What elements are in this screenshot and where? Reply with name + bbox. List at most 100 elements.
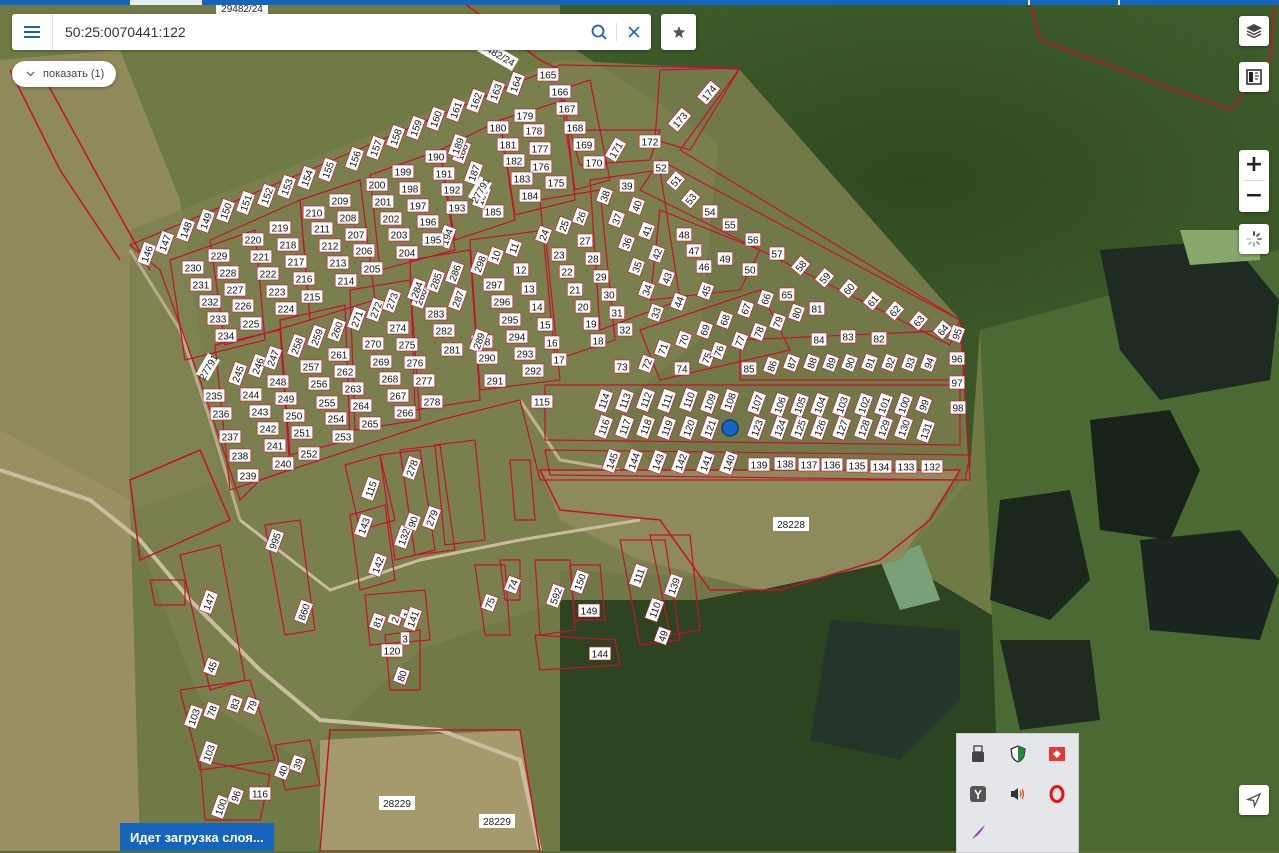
parcel-label[interactable]: 138 [777,460,794,471]
parcel-label[interactable]: 30 [603,291,615,302]
parcel-label[interactable]: 32 [619,326,631,337]
parcel-label[interactable]: 235 [206,392,223,403]
parcel-label[interactable]: 134 [873,463,890,474]
parcel-label[interactable]: 65 [781,291,793,302]
parcel-label[interactable]: 19 [585,320,597,331]
parcel-label[interactable]: 268 [382,375,399,386]
parcel-label[interactable]: 139 [751,461,768,472]
parcel-label[interactable]: 191 [436,170,453,181]
parcel-label[interactable]: 165 [540,71,557,82]
parcel-label[interactable]: 16 [546,339,558,350]
village-parcel-label[interactable]: 3 [402,635,408,646]
parcel-label[interactable]: 296 [494,298,511,309]
parcel-label[interactable]: 57 [771,250,783,261]
parcel-label[interactable]: 292 [525,367,542,378]
parcel-label[interactable]: 17 [553,356,565,367]
parcel-label[interactable]: 177 [532,145,549,156]
parcel-label[interactable]: 47 [688,247,700,258]
yandex-icon[interactable] [966,782,990,806]
parcel-label[interactable]: 23 [553,251,565,262]
parcel-label[interactable]: 136 [824,461,841,472]
parcel-label[interactable]: 27 [579,237,591,248]
parcel-label[interactable]: 46 [698,263,710,274]
parcel-label[interactable]: 198 [402,185,419,196]
search-input[interactable] [53,15,582,49]
layers-button[interactable] [1239,16,1269,46]
parcel-label[interactable]: 228 [220,269,237,280]
village-parcel-label[interactable]: 144 [592,650,609,661]
parcel-label[interactable]: 170 [586,159,603,170]
parcel-label[interactable]: 266 [397,409,414,420]
parcel-label[interactable]: 234 [218,332,235,343]
parcel-label[interactable]: 224 [278,305,295,316]
parcel-label[interactable]: 220 [245,236,262,247]
parcel-label[interactable]: 291 [487,377,504,388]
parcel-label[interactable]: 185 [485,208,502,219]
parcel-label[interactable]: 221 [253,253,270,264]
parcel-label[interactable]: 227 [227,286,244,297]
parcel-label[interactable]: 180 [490,124,507,135]
favorite-button[interactable] [661,14,696,50]
parcel-label[interactable]: 54 [704,208,716,219]
parcel-label[interactable]: 231 [193,281,210,292]
parcel-label[interactable]: 39 [621,182,633,193]
parcel-label[interactable]: 216 [296,275,313,286]
parcel-label[interactable]: 205 [364,265,381,276]
parcel-label[interactable]: 263 [345,385,362,396]
parcel-label[interactable]: 250 [286,412,303,423]
parcel-label[interactable]: 265 [362,420,379,431]
parcel-label[interactable]: 214 [338,277,355,288]
parcel-label[interactable]: 74 [676,365,688,376]
parcel-label[interactable]: 264 [353,402,370,413]
parcel-label[interactable]: 282 [436,327,453,338]
parcel-label[interactable]: 98 [952,404,964,415]
parcel-label[interactable]: 233 [210,315,227,326]
parcel-label[interactable]: 192 [444,186,461,197]
show-filter-button[interactable]: показать (1) [12,61,117,87]
parcel-label[interactable]: 213 [330,259,347,270]
parcel-label[interactable]: 210 [306,209,323,220]
parcel-label[interactable]: 238 [232,452,249,463]
menu-button[interactable] [12,14,53,50]
shield-icon[interactable] [1006,742,1030,766]
parcel-label[interactable]: 166 [552,88,569,99]
parcel-label[interactable]: 175 [548,179,565,190]
parcel-label[interactable]: 55 [724,221,736,232]
parcel-label[interactable]: 255 [319,399,336,410]
parcel-label[interactable]: 294 [509,333,526,344]
parcel-label[interactable]: 181 [500,141,517,152]
parcel-label[interactable]: 197 [410,202,427,213]
parcel-label[interactable]: 178 [526,127,543,138]
parcel-label[interactable]: 204 [399,249,416,260]
parcel-label[interactable]: 84 [813,336,825,347]
parcel-label[interactable]: 179 [517,112,534,123]
parcel-label[interactable]: 222 [260,270,277,281]
parcel-label[interactable]: 200 [369,181,386,192]
satellite-map[interactable]: 146147148 149150 151 152 153 154 155156157158 1… [0,0,1279,851]
parcel-label[interactable]: 13 [523,285,535,296]
parcel-label[interactable]: 15 [539,321,551,332]
parcel-label[interactable]: 269 [373,358,390,369]
parcel-label[interactable]: 241 [267,442,284,453]
parcel-label[interactable]: 167 [559,105,576,116]
parcel-label[interactable]: 251 [294,429,311,440]
parcel-label[interactable]: 176 [533,163,550,174]
clear-search-button[interactable] [617,14,651,50]
parcel-label[interactable]: 297 [486,281,503,292]
parcel-label[interactable]: 237 [222,433,239,444]
zoom-in-button[interactable]: + [1239,150,1269,180]
parcel-label[interactable]: 85 [743,365,755,376]
parcel-label[interactable]: 21 [569,286,581,297]
opera-icon[interactable] [1045,782,1069,806]
parcel-label[interactable]: 217 [288,258,305,269]
parcel-label[interactable]: 277 [416,377,433,388]
parcel-label[interactable]: 274 [390,324,407,335]
parcel-label[interactable]: 81 [811,305,823,316]
parcel-label[interactable]: 168 [567,124,584,135]
parcel-label[interactable]: 267 [390,392,407,403]
parcel-label[interactable]: 203 [391,231,408,242]
parcel-label[interactable]: 184 [522,192,539,203]
parcel-label[interactable]: 195 [425,236,442,247]
parcel-label[interactable]: 29 [595,273,607,284]
parcel-label[interactable]: 22 [561,268,573,279]
